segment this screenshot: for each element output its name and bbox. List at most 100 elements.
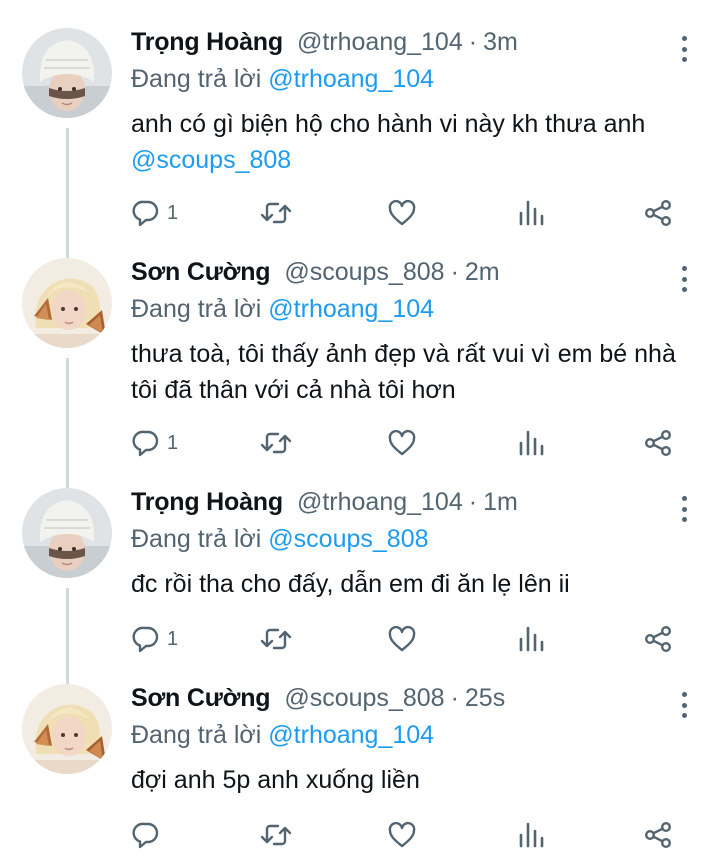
tweet-body: anh có gì biện hộ cho hành vi này kh thư…	[131, 110, 646, 138]
analytics-button[interactable]	[517, 622, 545, 656]
user-handle[interactable]: @trhoang_104	[297, 28, 463, 57]
analytics-icon	[519, 200, 544, 226]
analytics-icon	[519, 430, 544, 456]
tweet-body: đợi anh 5p anh xuống liền	[131, 766, 420, 794]
separator: ·	[468, 28, 478, 56]
heart-icon	[388, 429, 416, 456]
tweet-actions: 1	[131, 426, 691, 460]
analytics-button[interactable]	[517, 818, 545, 852]
reply-icon	[132, 626, 159, 653]
display-name[interactable]: Sơn Cường	[131, 258, 271, 287]
tweet[interactable]: Sơn Cường @scoups_808 · 2m Đang trả lời …	[0, 258, 720, 468]
replying-to-handle[interactable]: @scoups_808	[268, 525, 428, 553]
avatar-son-cuong-image	[22, 258, 112, 348]
tweet-text: đc rồi tha cho đấy, dẫn em đi ăn lẹ lên …	[131, 566, 700, 602]
share-icon	[645, 430, 672, 457]
reply-button[interactable]	[131, 818, 167, 852]
tweet-actions	[131, 818, 691, 852]
share-icon	[645, 822, 672, 849]
replying-to-label: Đang trả lời	[131, 295, 262, 323]
user-handle[interactable]: @scoups_808	[284, 684, 444, 713]
analytics-button[interactable]	[517, 426, 545, 460]
like-button[interactable]	[387, 818, 417, 852]
display-name[interactable]: Sơn Cường	[131, 684, 271, 713]
share-button[interactable]	[643, 426, 673, 460]
more-icon[interactable]	[674, 34, 694, 64]
avatar[interactable]	[22, 258, 112, 348]
timestamp[interactable]: 3m	[483, 28, 518, 57]
replying-to-label: Đang trả lời	[131, 525, 262, 553]
tweet-text: đợi anh 5p anh xuống liền	[131, 762, 700, 798]
replying-to: Đang trả lời @trhoang_104	[131, 292, 700, 326]
user-handle[interactable]: @trhoang_104	[297, 488, 463, 517]
avatar-son-cuong-image	[22, 684, 112, 774]
timestamp[interactable]: 1m	[483, 488, 518, 517]
retweet-button[interactable]	[259, 196, 293, 230]
heart-icon	[388, 625, 416, 652]
more-icon[interactable]	[674, 264, 694, 294]
timestamp[interactable]: 25s	[465, 684, 505, 713]
tweet-body: đc rồi tha cho đấy, dẫn em đi ăn lẹ lên …	[131, 570, 570, 598]
replying-to-label: Đang trả lời	[131, 65, 262, 93]
share-icon	[645, 200, 672, 227]
reply-icon	[132, 822, 159, 849]
retweet-button[interactable]	[259, 426, 293, 460]
like-button[interactable]	[387, 426, 417, 460]
more-icon[interactable]	[674, 690, 694, 720]
separator: ·	[450, 684, 459, 712]
display-name[interactable]: Trọng Hoàng	[131, 28, 283, 57]
avatar-trong-hoang-image	[22, 488, 112, 578]
more-icon[interactable]	[674, 494, 694, 524]
tweet-text: thưa toà, tôi thấy ảnh đẹp và rất vui vì…	[131, 336, 700, 408]
separator: ·	[450, 258, 459, 286]
reply-button[interactable]: 1	[131, 196, 178, 230]
replying-to-handle[interactable]: @trhoang_104	[268, 721, 434, 749]
like-button[interactable]	[387, 622, 417, 656]
tweet-actions: 1	[131, 196, 691, 230]
heart-icon	[388, 199, 416, 226]
retweet-icon	[260, 824, 292, 846]
share-button[interactable]	[643, 818, 673, 852]
timestamp[interactable]: 2m	[465, 258, 500, 287]
separator: ·	[468, 488, 478, 516]
tweet-thread: Trọng Hoàng @trhoang_104 · 3m Đang trả l…	[0, 0, 720, 860]
retweet-icon	[260, 432, 292, 454]
avatar[interactable]	[22, 28, 112, 118]
reply-icon	[132, 200, 159, 227]
avatar[interactable]	[22, 684, 112, 774]
replying-to: Đang trả lời @scoups_808	[131, 522, 700, 556]
avatar[interactable]	[22, 488, 112, 578]
share-button[interactable]	[643, 622, 673, 656]
like-button[interactable]	[387, 196, 417, 230]
tweet-body: thưa toà, tôi thấy ảnh đẹp và rất vui vì…	[131, 340, 676, 404]
user-handle[interactable]: @scoups_808	[284, 258, 444, 287]
retweet-button[interactable]	[259, 818, 293, 852]
retweet-icon	[260, 628, 292, 650]
retweet-icon	[260, 202, 292, 224]
display-name[interactable]: Trọng Hoàng	[131, 488, 283, 517]
reply-count: 1	[167, 431, 179, 454]
analytics-button[interactable]	[517, 196, 545, 230]
tweet[interactable]: Sơn Cường @scoups_808 · 25s Đang trả lời…	[0, 684, 720, 860]
tweet[interactable]: Trọng Hoàng @trhoang_104 · 3m Đang trả l…	[0, 28, 720, 238]
tweet-actions: 1	[131, 622, 691, 656]
replying-to-handle[interactable]: @trhoang_104	[268, 65, 434, 93]
tweet-text: anh có gì biện hộ cho hành vi này kh thư…	[131, 106, 700, 178]
replying-to: Đang trả lời @trhoang_104	[131, 62, 700, 96]
share-button[interactable]	[643, 196, 673, 230]
replying-to-label: Đang trả lời	[131, 721, 262, 749]
reply-count: 1	[167, 201, 179, 224]
analytics-icon	[519, 626, 544, 652]
heart-icon	[388, 821, 416, 848]
retweet-button[interactable]	[259, 622, 293, 656]
tweet[interactable]: Trọng Hoàng @trhoang_104 · 1m Đang trả l…	[0, 488, 720, 668]
reply-button[interactable]: 1	[131, 622, 178, 656]
reply-icon	[132, 430, 159, 457]
share-icon	[645, 626, 672, 653]
reply-count: 1	[167, 627, 179, 650]
replying-to: Đang trả lời @trhoang_104	[131, 718, 700, 752]
reply-button[interactable]: 1	[131, 426, 178, 460]
avatar-trong-hoang-image	[22, 28, 112, 118]
replying-to-handle[interactable]: @trhoang_104	[268, 295, 434, 323]
tweet-mention[interactable]: @scoups_808	[131, 146, 291, 174]
